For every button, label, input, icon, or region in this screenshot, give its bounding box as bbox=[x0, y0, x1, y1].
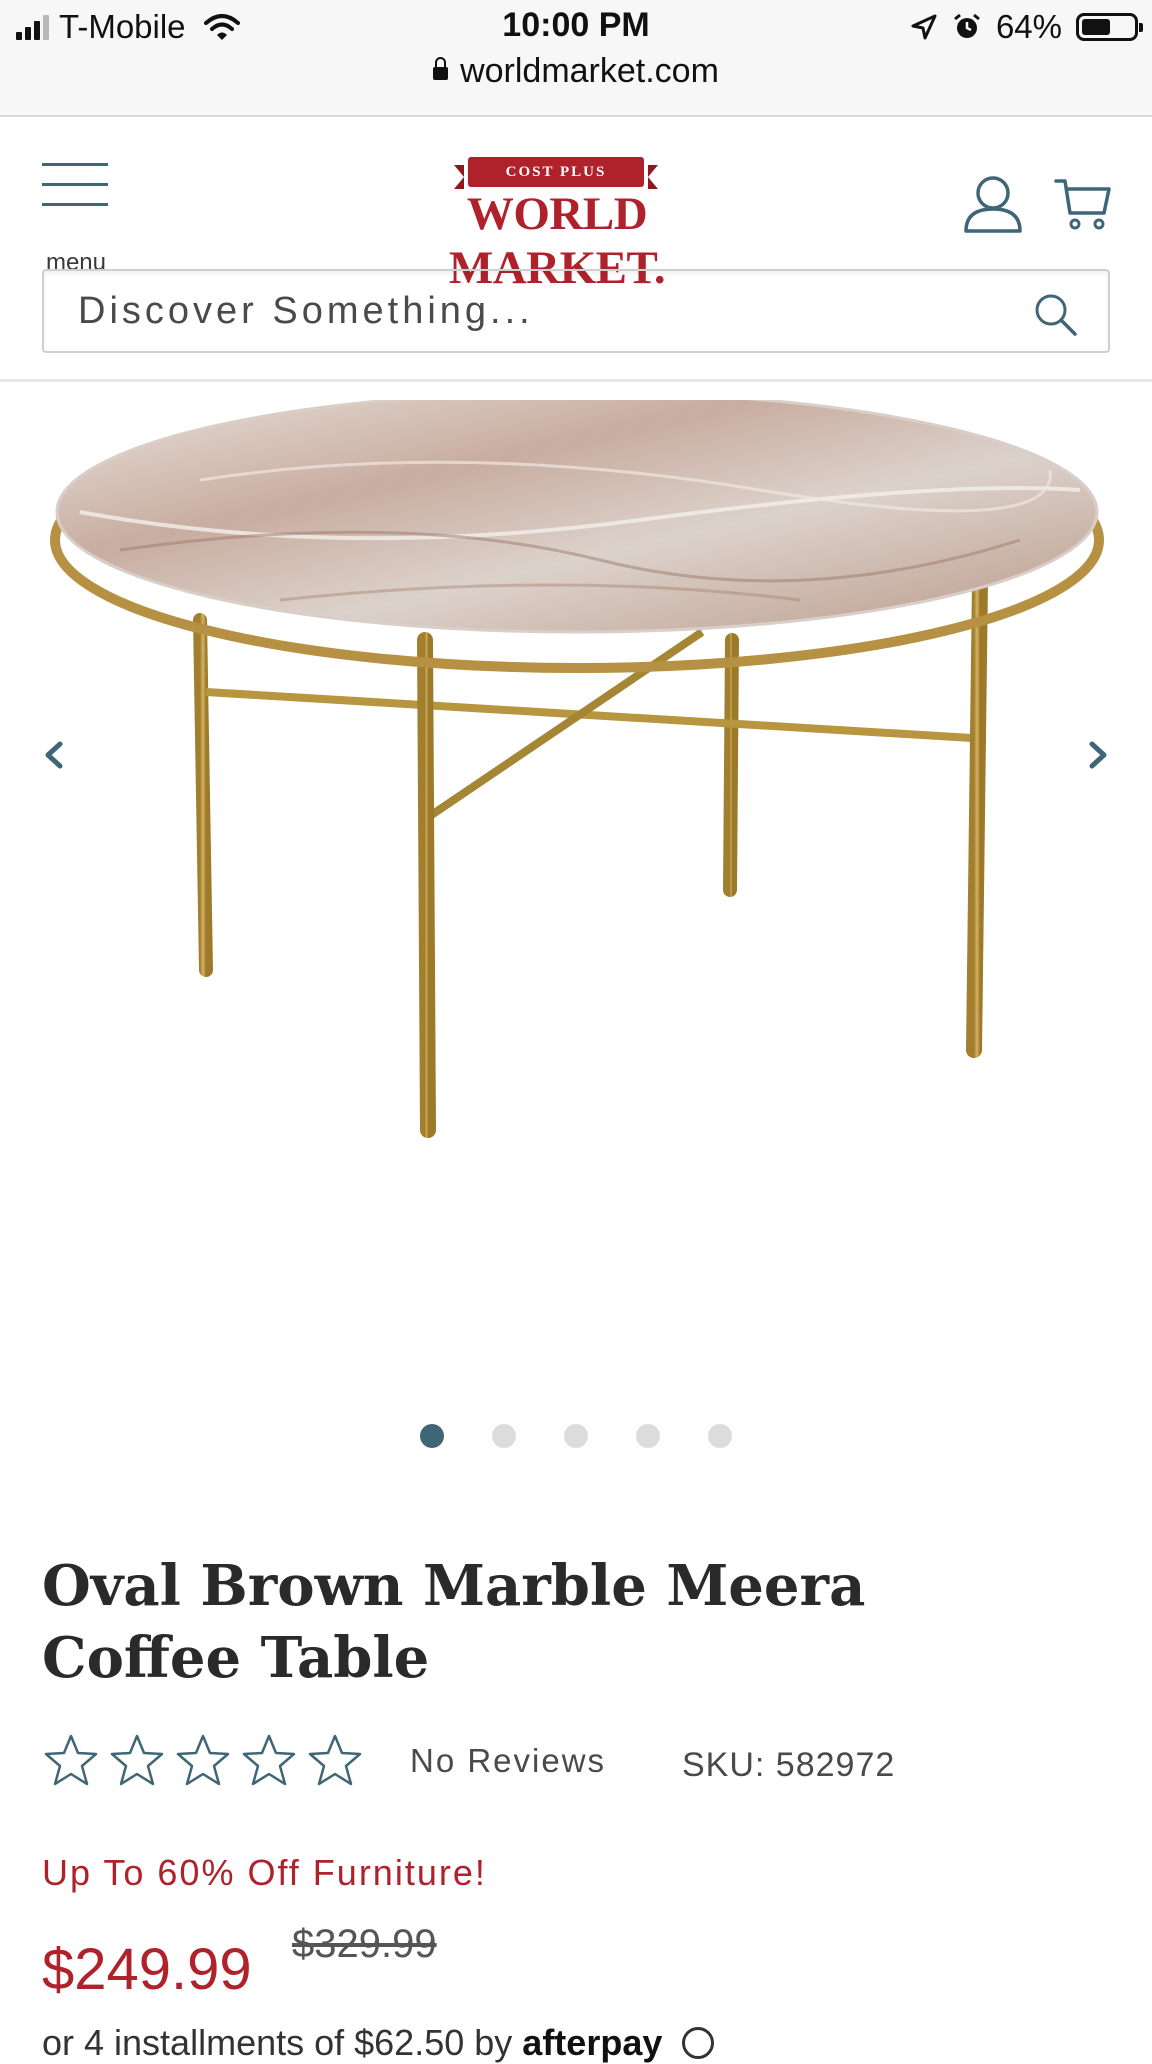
hamburger-icon bbox=[42, 163, 108, 166]
battery-level bbox=[1082, 19, 1110, 35]
info-icon[interactable] bbox=[682, 2027, 715, 2059]
product-image[interactable] bbox=[40, 400, 1112, 1400]
sale-price: $249.99 bbox=[42, 1937, 252, 2002]
status-bar: T-Mobile 10:00 PM 64% worldmarket.com bbox=[0, 0, 1152, 117]
alarm-icon bbox=[954, 13, 980, 38]
logo-ribbon: COST PLUS bbox=[454, 157, 658, 189]
star-rating[interactable] bbox=[42, 1732, 364, 1790]
carousel-dot[interactable] bbox=[420, 1424, 444, 1448]
star-icon[interactable] bbox=[174, 1732, 232, 1790]
search-icon[interactable] bbox=[1032, 291, 1078, 337]
promo-message[interactable]: Up To 60% Off Furniture! bbox=[42, 1852, 487, 1894]
reviews-link[interactable]: No Reviews bbox=[410, 1742, 606, 1780]
sku-label: SKU: 582972 bbox=[682, 1746, 896, 1784]
battery-icon bbox=[1076, 13, 1143, 41]
menu-button[interactable]: menu bbox=[40, 163, 112, 276]
star-icon[interactable] bbox=[42, 1732, 100, 1790]
site-header: menu COST PLUS WORLD MARKET. Discover So… bbox=[0, 117, 1152, 382]
product-gallery bbox=[0, 380, 1152, 1460]
star-icon[interactable] bbox=[108, 1732, 166, 1790]
carousel-dot[interactable] bbox=[636, 1424, 660, 1448]
carousel-dot[interactable] bbox=[708, 1424, 732, 1448]
search-input[interactable]: Discover Something... bbox=[78, 271, 534, 351]
carousel-dots bbox=[0, 1424, 1152, 1448]
carousel-dot[interactable] bbox=[492, 1424, 516, 1448]
chevron-left-icon[interactable] bbox=[32, 720, 76, 790]
rating-row: No Reviews SKU: 582972 bbox=[42, 1730, 1122, 1800]
star-icon[interactable] bbox=[306, 1732, 364, 1790]
afterpay-logo[interactable]: afterpay bbox=[522, 2022, 662, 2063]
original-price: $329.99 bbox=[292, 1922, 437, 1966]
cart-icon[interactable] bbox=[1054, 175, 1112, 233]
location-arrow-icon bbox=[911, 14, 937, 40]
url-text: worldmarket.com bbox=[460, 52, 719, 90]
world-market-logo[interactable]: COST PLUS WORLD MARKET. bbox=[404, 153, 710, 294]
carousel-dot[interactable] bbox=[564, 1424, 588, 1448]
lock-icon bbox=[433, 57, 449, 80]
installments-line: or 4 installments of $62.50 by afterpay bbox=[42, 2022, 715, 2064]
product-title: Oval Brown Marble Meera Coffee Table bbox=[42, 1553, 866, 1691]
installments-text: or 4 installments of $62.50 by bbox=[42, 2022, 513, 2063]
account-icon[interactable] bbox=[962, 173, 1024, 235]
address-bar[interactable]: worldmarket.com bbox=[0, 52, 1152, 91]
status-right: 64% bbox=[910, 8, 1143, 46]
star-icon[interactable] bbox=[240, 1732, 298, 1790]
battery-percent: 64% bbox=[995, 8, 1062, 45]
chevron-right-icon[interactable] bbox=[1076, 720, 1120, 790]
search-bar[interactable]: Discover Something... bbox=[42, 269, 1110, 353]
